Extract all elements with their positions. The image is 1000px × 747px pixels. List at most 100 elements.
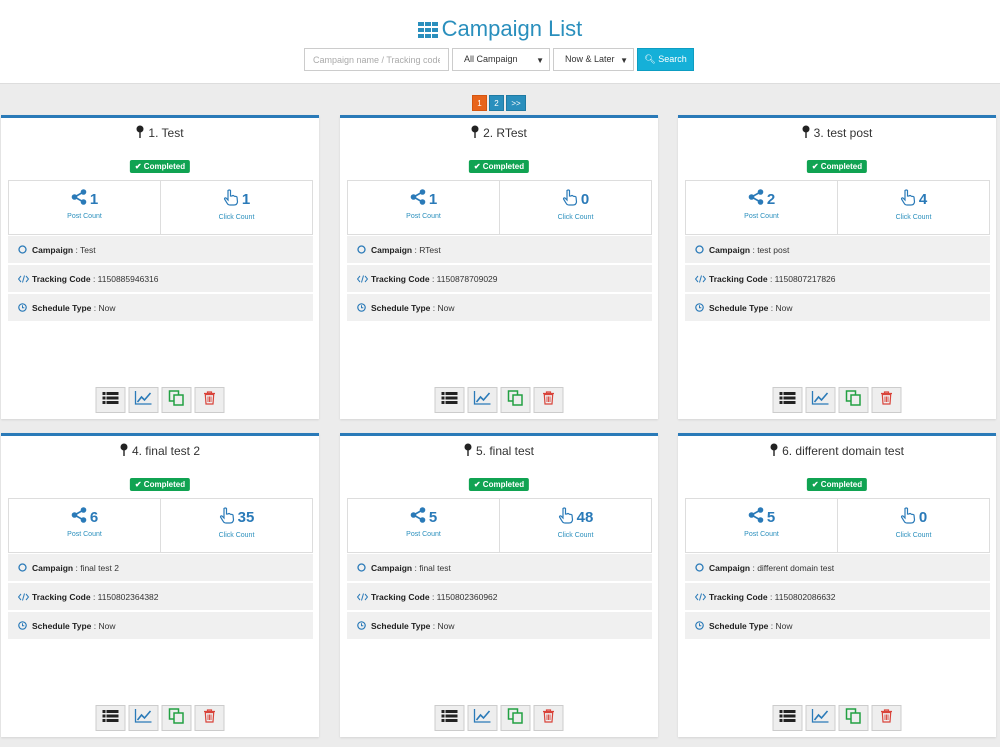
campaign-card: 5. final test ✔ Completed 5 Post Count 4… bbox=[340, 433, 658, 737]
copy-button[interactable] bbox=[161, 387, 192, 413]
click-count-value: 0 bbox=[918, 509, 928, 526]
stats-panel: 5 Post Count 0 Click Count bbox=[685, 498, 990, 553]
schedule-value: : Now bbox=[770, 303, 793, 313]
page-2-button[interactable]: 2 bbox=[489, 95, 504, 111]
details-button[interactable] bbox=[95, 387, 126, 413]
pointer-hand-icon bbox=[219, 507, 235, 528]
copy-icon bbox=[507, 389, 524, 411]
card-title: 4. final test 2 bbox=[1, 443, 319, 459]
caret-down-icon: ▼ bbox=[536, 56, 544, 65]
details-button[interactable] bbox=[434, 705, 465, 731]
line-chart-icon bbox=[473, 708, 492, 728]
schedule-value: : Now bbox=[770, 621, 793, 631]
schedule-label: Schedule Type bbox=[32, 621, 92, 631]
campaign-value: : RTest bbox=[414, 245, 441, 255]
details-button[interactable] bbox=[434, 387, 465, 413]
campaign-card: 3. test post ✔ Completed 2 Post Count 4 … bbox=[678, 115, 996, 419]
schedule-row: Schedule Type : Now bbox=[8, 612, 313, 640]
search-button-label: Search bbox=[658, 54, 687, 64]
card-title-text: 6. different domain test bbox=[782, 444, 904, 458]
time-filter-select[interactable]: Now & Later ▼ bbox=[553, 48, 634, 71]
search-input[interactable] bbox=[304, 48, 449, 71]
schedule-row: Schedule Type : Now bbox=[347, 294, 652, 322]
campaign-card: 1. Test ✔ Completed 1 Post Count 1 Click… bbox=[1, 115, 319, 419]
copy-button[interactable] bbox=[161, 705, 192, 731]
tracking-label: Tracking Code bbox=[32, 592, 91, 602]
campaign-row: Campaign : final test 2 bbox=[8, 554, 313, 582]
copy-icon bbox=[168, 389, 185, 411]
details-button[interactable] bbox=[772, 387, 803, 413]
tracking-code-row: Tracking Code : 1150802086632 bbox=[685, 583, 990, 611]
click-count-stat: 35 Click Count bbox=[160, 499, 312, 552]
delete-button[interactable] bbox=[194, 387, 225, 413]
clock-icon bbox=[695, 613, 709, 641]
tracking-value: : 1150802360962 bbox=[431, 592, 498, 602]
copy-button[interactable] bbox=[500, 387, 531, 413]
status-label: Completed bbox=[820, 162, 863, 171]
trash-icon bbox=[543, 708, 555, 728]
click-count-value: 48 bbox=[576, 509, 594, 526]
list-icon bbox=[779, 391, 796, 409]
analytics-button[interactable] bbox=[467, 705, 498, 731]
card-title-text: 1. Test bbox=[148, 126, 184, 140]
delete-button[interactable] bbox=[533, 705, 564, 731]
tracking-label: Tracking Code bbox=[371, 274, 430, 284]
analytics-button[interactable] bbox=[805, 705, 836, 731]
analytics-button[interactable] bbox=[467, 387, 498, 413]
circle-icon bbox=[18, 237, 32, 265]
click-count-stat: 4 Click Count bbox=[837, 181, 989, 234]
tracking-code-row: Tracking Code : 1150885946316 bbox=[8, 265, 313, 293]
search-button[interactable]: 🔍︎ Search bbox=[637, 48, 694, 71]
analytics-button[interactable] bbox=[128, 705, 159, 731]
schedule-row: Schedule Type : Now bbox=[8, 294, 313, 322]
line-chart-icon bbox=[811, 708, 830, 728]
delete-button[interactable] bbox=[871, 705, 902, 731]
post-count-value: 2 bbox=[766, 190, 776, 208]
copy-icon bbox=[507, 707, 524, 729]
check-icon: ✔ bbox=[134, 162, 142, 171]
card-actions bbox=[95, 705, 225, 731]
code-icon bbox=[356, 584, 371, 612]
list-icon bbox=[441, 709, 458, 727]
click-count-value: 1 bbox=[241, 191, 251, 208]
status-label: Completed bbox=[482, 480, 525, 489]
post-count-label: Post Count bbox=[744, 531, 779, 538]
filter-bar: All Campaign ▼ Now & Later ▼ 🔍︎ Search bbox=[304, 48, 694, 71]
share-icon bbox=[410, 507, 426, 527]
pointer-hand-icon bbox=[223, 189, 239, 210]
copy-button[interactable] bbox=[838, 387, 869, 413]
list-icon bbox=[779, 709, 796, 727]
circle-icon bbox=[357, 237, 371, 265]
delete-button[interactable] bbox=[194, 705, 225, 731]
delete-button[interactable] bbox=[533, 387, 564, 413]
schedule-row: Schedule Type : Now bbox=[685, 612, 990, 640]
status-label: Completed bbox=[143, 162, 186, 171]
analytics-button[interactable] bbox=[805, 387, 836, 413]
copy-button[interactable] bbox=[500, 705, 531, 731]
status-badge: ✔ Completed bbox=[806, 478, 868, 491]
schedule-label: Schedule Type bbox=[371, 621, 431, 631]
campaign-filter-select[interactable]: All Campaign ▼ bbox=[452, 48, 550, 71]
copy-icon bbox=[845, 707, 862, 729]
tracking-value: : 1150885946316 bbox=[92, 274, 159, 284]
page-1-button[interactable]: 1 bbox=[472, 95, 487, 111]
schedule-label: Schedule Type bbox=[709, 303, 769, 313]
campaign-row: Campaign : final test bbox=[347, 554, 652, 582]
grid-icon bbox=[417, 18, 438, 44]
details-button[interactable] bbox=[95, 705, 126, 731]
post-count-stat: 6 Post Count bbox=[9, 499, 160, 552]
clock-icon bbox=[18, 295, 32, 323]
clock-icon bbox=[695, 295, 709, 323]
campaign-label: Campaign bbox=[709, 245, 751, 255]
post-count-value: 6 bbox=[89, 508, 99, 526]
line-chart-icon bbox=[134, 708, 153, 728]
details-button[interactable] bbox=[772, 705, 803, 731]
campaign-row: Campaign : different domain test bbox=[685, 554, 990, 582]
share-icon bbox=[410, 189, 426, 209]
delete-button[interactable] bbox=[871, 387, 902, 413]
click-count-label: Click Count bbox=[895, 214, 932, 221]
pointer-hand-icon bbox=[900, 189, 916, 210]
next-page-button[interactable]: >> bbox=[506, 95, 526, 111]
analytics-button[interactable] bbox=[128, 387, 159, 413]
copy-button[interactable] bbox=[838, 705, 869, 731]
